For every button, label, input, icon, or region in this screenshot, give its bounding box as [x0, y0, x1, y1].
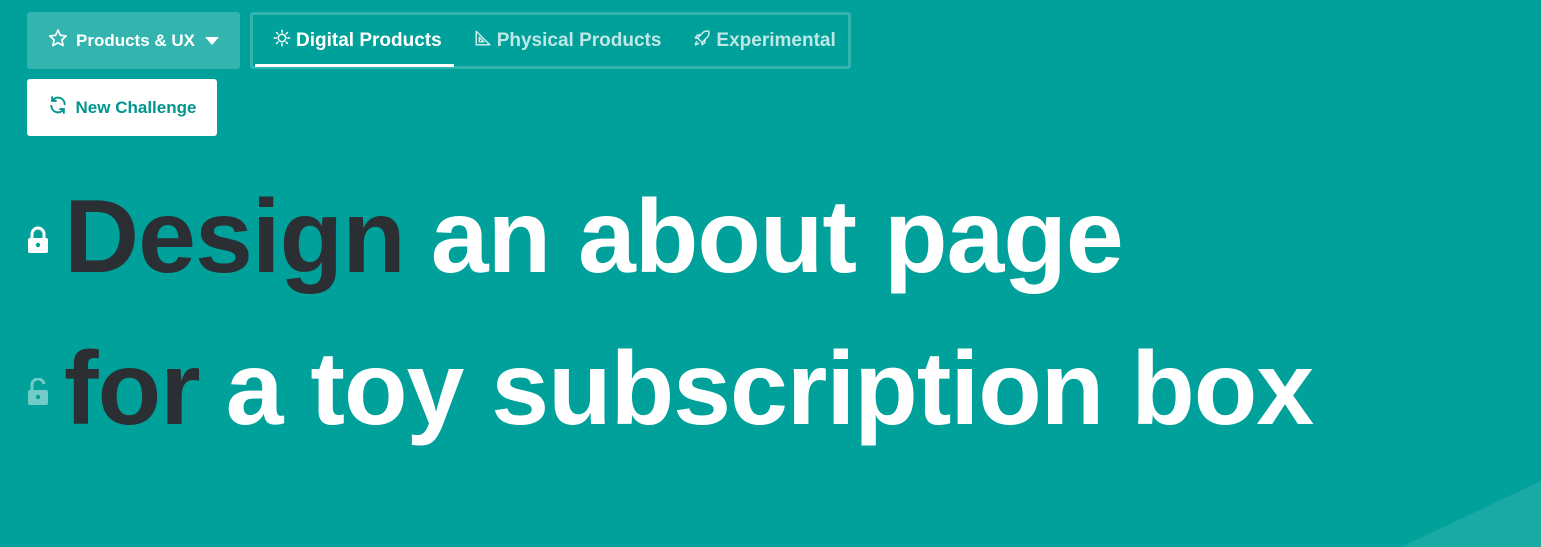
category-tabs: Digital Products Physical Products Exper…: [250, 12, 851, 69]
headline-line-1: Design an about page: [24, 179, 1124, 295]
rocket-icon: [693, 29, 711, 53]
lock-open-icon[interactable]: [24, 378, 52, 406]
headline-keyword-1: Design: [64, 179, 406, 295]
lock-closed-icon[interactable]: [24, 226, 52, 254]
caret-down-icon: [205, 36, 220, 45]
top-toolbar: Products & UX Digital Products Physical …: [27, 12, 851, 69]
tab-experimental[interactable]: Experimental: [673, 15, 847, 66]
tab-digital-products-label: Digital Products: [296, 29, 442, 51]
refresh-icon: [48, 95, 68, 120]
headline-keyword-2: for: [64, 331, 201, 447]
tab-physical-products[interactable]: Physical Products: [454, 15, 674, 66]
headline-text-2: a toy subscription box: [225, 331, 1314, 447]
new-challenge-button[interactable]: New Challenge: [27, 79, 217, 136]
category-dropdown-label: Products & UX: [75, 30, 196, 50]
gear-icon: [273, 29, 291, 53]
decorative-corner-shape: [1401, 481, 1541, 547]
tab-physical-products-label: Physical Products: [496, 29, 662, 51]
category-dropdown[interactable]: Products & UX: [27, 12, 240, 69]
set-square-icon: [474, 29, 492, 53]
tab-experimental-label: Experimental: [716, 29, 836, 51]
star-outline-icon: [48, 28, 68, 53]
new-challenge-label: New Challenge: [75, 97, 197, 117]
headline-text-1: an about page: [430, 179, 1124, 295]
headline-line-2: for a toy subscription box: [24, 331, 1314, 447]
tab-digital-products[interactable]: Digital Products: [253, 15, 454, 67]
